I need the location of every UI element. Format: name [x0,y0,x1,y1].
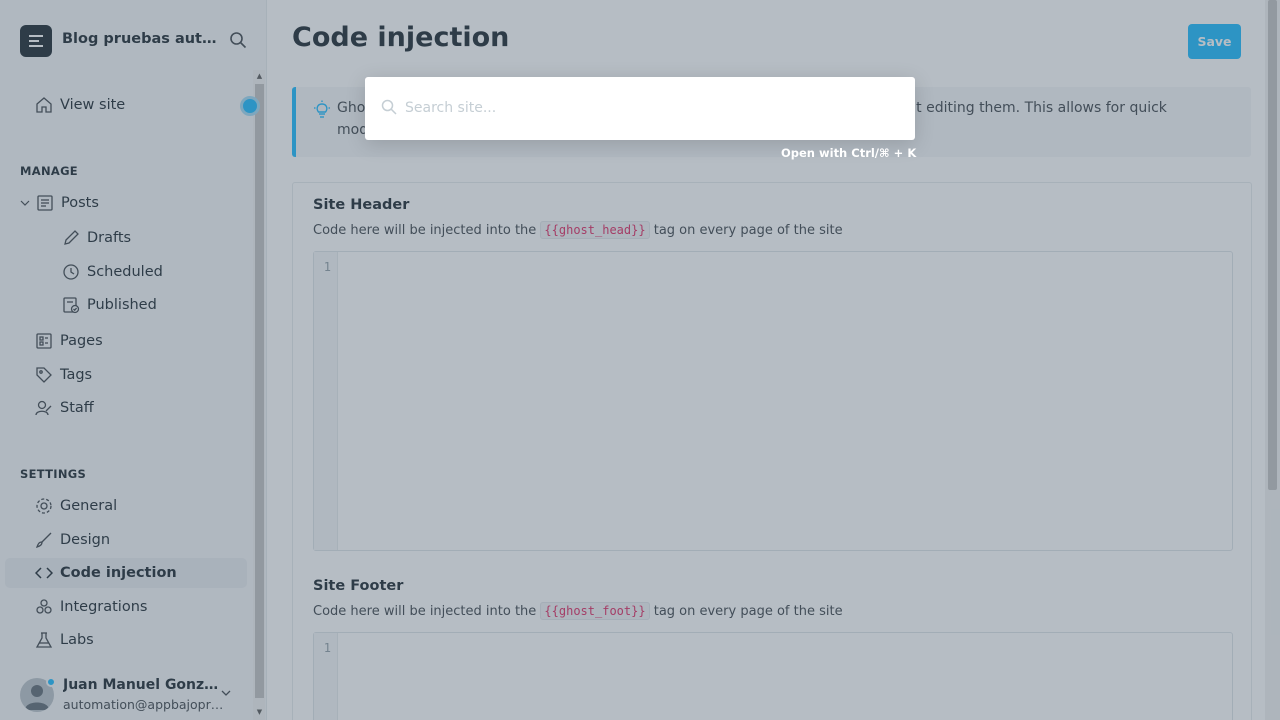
search-input[interactable] [405,95,895,121]
search-modal [365,77,915,140]
search-icon [381,99,397,115]
search-shortcut-hint: Open with Ctrl/⌘ + K [781,146,917,160]
